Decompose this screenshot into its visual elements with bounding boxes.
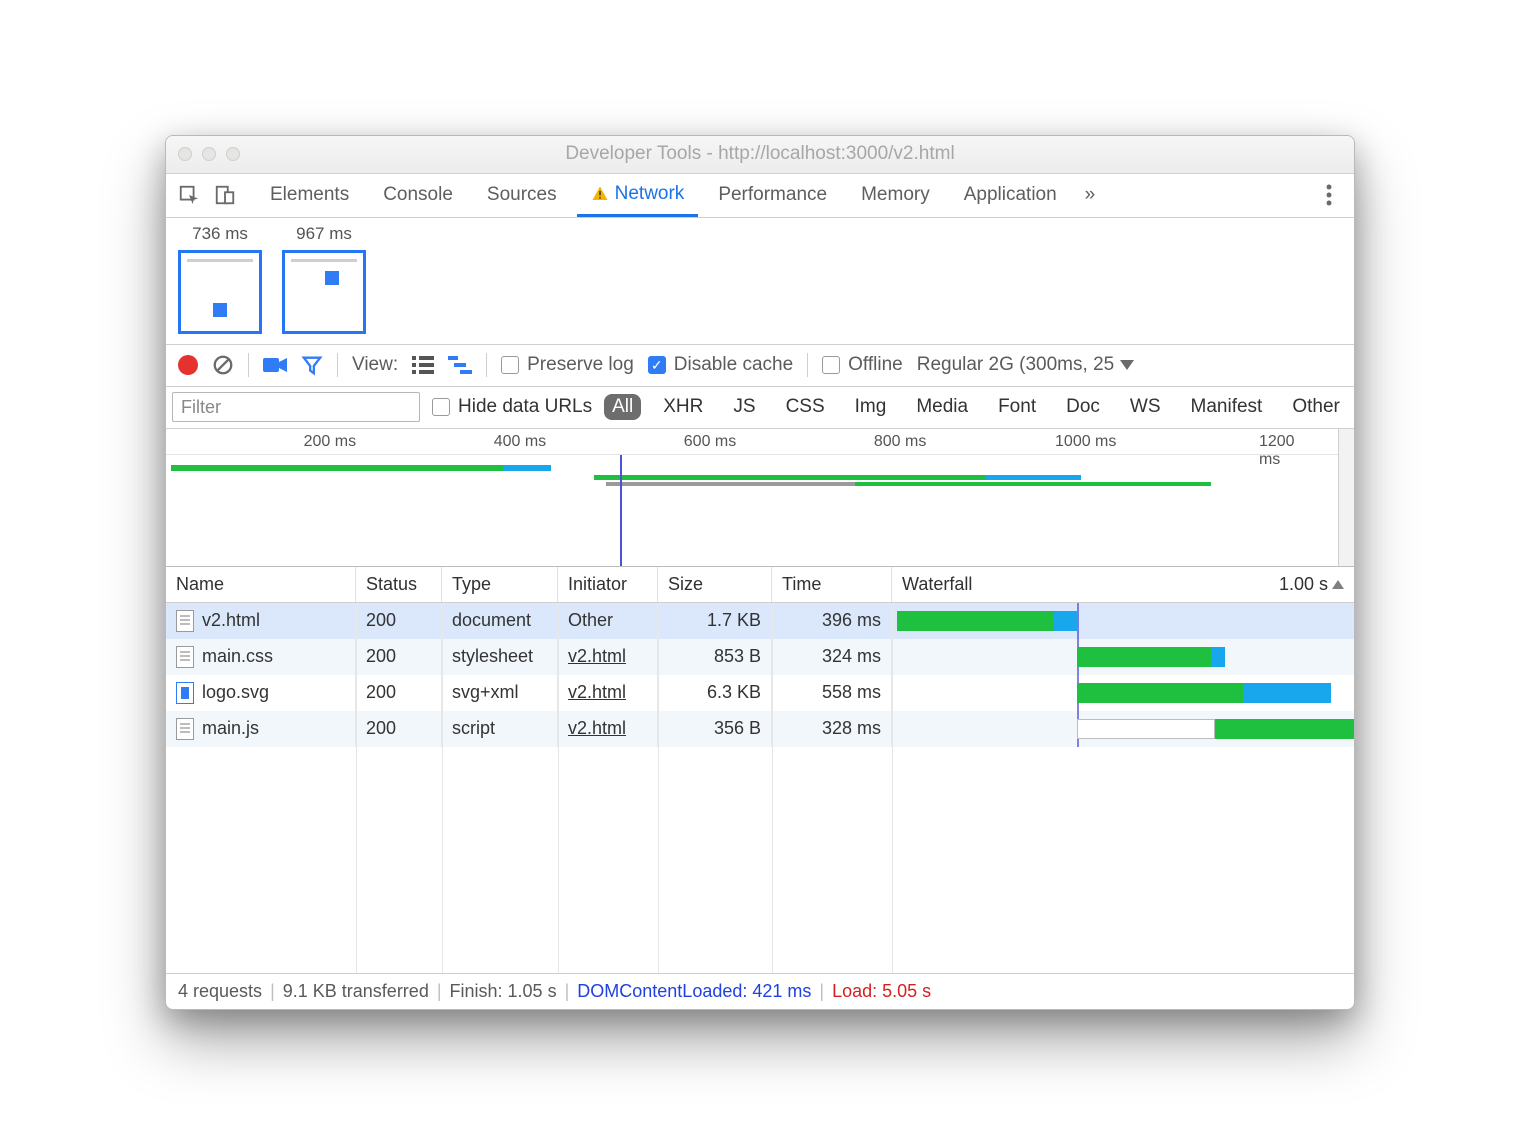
- initiator-link: Other: [568, 610, 613, 631]
- waterfall-view-icon[interactable]: [448, 356, 472, 374]
- view-label: View:: [352, 354, 398, 376]
- overview-scrollbar[interactable]: [1338, 429, 1354, 566]
- filmstrip: 736 ms 967 ms: [166, 218, 1354, 345]
- record-button[interactable]: [178, 355, 198, 375]
- initiator-link[interactable]: v2.html: [568, 718, 626, 739]
- timeline-tick: 1000 ms: [1055, 433, 1116, 451]
- window-controls: [178, 147, 240, 161]
- hide-data-urls-checkbox[interactable]: Hide data URLs: [432, 396, 592, 418]
- type-filter-media[interactable]: Media: [908, 394, 976, 420]
- tab-application[interactable]: Application: [950, 174, 1071, 217]
- waterfall-cell: [892, 711, 1354, 747]
- clear-icon[interactable]: [212, 354, 234, 376]
- timeline-tick: 800 ms: [874, 433, 926, 451]
- request-table: Name Status Type Initiator Size Time Wat…: [166, 567, 1354, 973]
- waterfall-cell: [892, 639, 1354, 675]
- disable-cache-checkbox[interactable]: ✓Disable cache: [648, 354, 793, 376]
- filmstrip-frame[interactable]: 967 ms: [282, 224, 366, 334]
- dcl-time: DOMContentLoaded: 421 ms: [577, 981, 811, 1002]
- waterfall-cell: [892, 675, 1354, 711]
- titlebar: Developer Tools - http://localhost:3000/…: [166, 136, 1354, 174]
- tab-sources[interactable]: Sources: [473, 174, 571, 217]
- load-time: Load: 5.05 s: [832, 981, 931, 1002]
- filter-bar: Filter Hide data URLs All XHR JS CSS Img Medi…: [166, 387, 1354, 429]
- status-bar: 4 requests | 9.1 KB transferred | Finish…: [166, 973, 1354, 1009]
- type-filter-img[interactable]: Img: [847, 394, 895, 420]
- table-row[interactable]: logo.svg200svg+xmlv2.html6.3 KB558 ms: [166, 675, 1354, 711]
- finish-time: Finish: 1.05 s: [450, 981, 557, 1002]
- tab-elements[interactable]: Elements: [256, 174, 363, 217]
- frame-thumbnail: [282, 250, 366, 334]
- initiator-link[interactable]: v2.html: [568, 646, 626, 667]
- type-filter-css[interactable]: CSS: [778, 394, 833, 420]
- type-filter-font[interactable]: Font: [990, 394, 1044, 420]
- throttle-select[interactable]: Regular 2G (300ms, 25: [917, 354, 1135, 376]
- network-toolbar: View: Preserve log ✓Disable cache Offlin…: [166, 345, 1354, 387]
- file-icon: [176, 682, 194, 704]
- devtools-window: Developer Tools - http://localhost:3000/…: [165, 135, 1355, 1010]
- timeline-tick: 600 ms: [684, 433, 736, 451]
- col-size[interactable]: Size: [658, 567, 772, 602]
- timeline-tick: 1200 ms: [1259, 433, 1307, 469]
- frame-timestamp: 967 ms: [296, 224, 352, 244]
- filmstrip-frame[interactable]: 736 ms: [178, 224, 262, 334]
- type-filter-js[interactable]: JS: [725, 394, 763, 420]
- zoom-icon[interactable]: [226, 147, 240, 161]
- sort-asc-icon: [1332, 580, 1344, 589]
- table-row[interactable]: v2.html200documentOther1.7 KB396 ms: [166, 603, 1354, 639]
- file-icon: [176, 718, 194, 740]
- type-filter-ws[interactable]: WS: [1122, 394, 1169, 420]
- type-filter-other[interactable]: Other: [1284, 394, 1348, 420]
- list-view-icon[interactable]: [412, 356, 434, 374]
- file-icon: [176, 610, 194, 632]
- inspect-icon[interactable]: [174, 180, 204, 210]
- table-header: Name Status Type Initiator Size Time Wat…: [166, 567, 1354, 603]
- type-filter-manifest[interactable]: Manifest: [1183, 394, 1271, 420]
- warning-icon: [591, 185, 609, 203]
- tab-network[interactable]: Network: [577, 174, 699, 217]
- frame-timestamp: 736 ms: [192, 224, 248, 244]
- initiator-link[interactable]: v2.html: [568, 682, 626, 703]
- frame-thumbnail: [178, 250, 262, 334]
- col-name[interactable]: Name: [166, 567, 356, 602]
- file-icon: [176, 646, 194, 668]
- col-time[interactable]: Time: [772, 567, 892, 602]
- col-initiator[interactable]: Initiator: [558, 567, 658, 602]
- panel-tabs: Elements Console Sources Network Perform…: [166, 174, 1354, 218]
- filter-input[interactable]: Filter: [172, 392, 420, 422]
- tabs-overflow[interactable]: »: [1085, 184, 1096, 206]
- preserve-log-checkbox[interactable]: Preserve log: [501, 354, 634, 376]
- camera-icon[interactable]: [263, 356, 287, 374]
- tab-performance[interactable]: Performance: [704, 174, 841, 217]
- timeline-tick: 200 ms: [304, 433, 356, 451]
- kebab-menu-icon[interactable]: [1312, 184, 1346, 206]
- offline-checkbox[interactable]: Offline: [822, 354, 903, 376]
- tab-console[interactable]: Console: [369, 174, 467, 217]
- timeline-overview[interactable]: 200 ms 400 ms 600 ms 800 ms 1000 ms 1200 ms: [166, 429, 1354, 567]
- requests-count: 4 requests: [178, 981, 262, 1002]
- chevron-down-icon: [1120, 360, 1134, 370]
- timeline-tick: 400 ms: [494, 433, 546, 451]
- col-status[interactable]: Status: [356, 567, 442, 602]
- minimize-icon[interactable]: [202, 147, 216, 161]
- transferred-size: 9.1 KB transferred: [283, 981, 429, 1002]
- filter-icon[interactable]: [301, 354, 323, 376]
- waterfall-cell: [892, 603, 1354, 639]
- type-filter-xhr[interactable]: XHR: [655, 394, 711, 420]
- type-filter-all[interactable]: All: [604, 394, 641, 420]
- tab-memory[interactable]: Memory: [847, 174, 944, 217]
- type-filter-doc[interactable]: Doc: [1058, 394, 1108, 420]
- col-waterfall[interactable]: Waterfall 1.00 s: [892, 567, 1354, 602]
- table-row[interactable]: main.css200stylesheetv2.html853 B324 ms: [166, 639, 1354, 675]
- window-title: Developer Tools - http://localhost:3000/…: [166, 143, 1354, 165]
- table-row[interactable]: main.js200scriptv2.html356 B328 ms: [166, 711, 1354, 747]
- device-mode-icon[interactable]: [210, 180, 240, 210]
- close-icon[interactable]: [178, 147, 192, 161]
- col-type[interactable]: Type: [442, 567, 558, 602]
